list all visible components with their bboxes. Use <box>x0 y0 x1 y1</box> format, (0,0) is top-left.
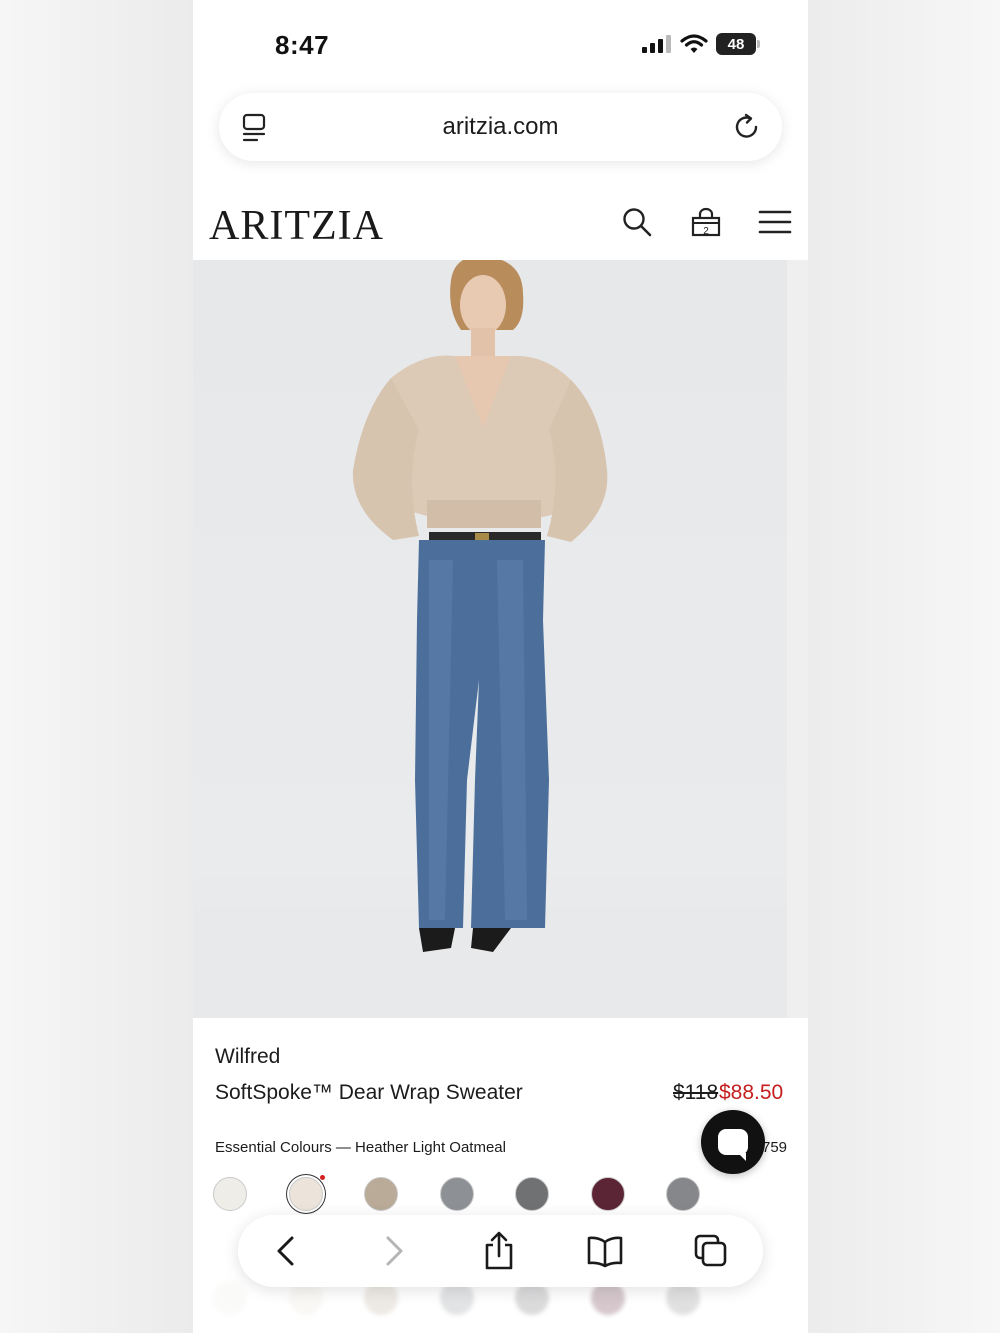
product-image[interactable] <box>193 260 787 1018</box>
new-colour-dot <box>319 1175 325 1180</box>
colour-label: Essential Colours — Heather Light Oatmea… <box>215 1139 506 1156</box>
shopping-bag-icon[interactable]: 2 <box>690 206 722 243</box>
background-right <box>808 0 1000 1333</box>
model-illustration <box>352 260 608 952</box>
browser-toolbar <box>238 1215 763 1287</box>
site-header: ARITZIA 2 <box>193 188 808 260</box>
reload-icon[interactable] <box>732 112 762 147</box>
page-menu-icon[interactable] <box>241 113 267 148</box>
battery-indicator: 48 <box>716 33 760 55</box>
colour-swatch-white[interactable] <box>213 1177 247 1211</box>
phone-screen: 8:47 48 aritzia.com ARITZIA 2 Wilfred So… <box>193 0 808 1333</box>
bag-count: 2 <box>703 226 709 237</box>
colour-swatch-burgundy[interactable] <box>590 1177 625 1211</box>
battery-level: 48 <box>727 35 745 53</box>
back-icon[interactable] <box>266 1231 306 1271</box>
status-icons: 48 <box>642 33 760 55</box>
cellular-signal-icon <box>642 35 671 53</box>
product-brand[interactable]: Wilfred <box>215 1045 280 1069</box>
colour-swatch-dark-grey[interactable] <box>666 1177 700 1211</box>
bookmarks-icon[interactable] <box>585 1231 625 1271</box>
status-bar: 8:47 48 <box>193 0 808 90</box>
colour-swatch-taupe[interactable] <box>364 1177 398 1211</box>
product-name: SoftSpoke™ Dear Wrap Sweater <box>215 1081 523 1104</box>
style-number: 759 <box>762 1139 788 1156</box>
chat-button[interactable] <box>701 1110 765 1174</box>
hamburger-menu-icon[interactable] <box>758 206 792 243</box>
chat-icon <box>718 1129 748 1161</box>
aritzia-logo[interactable]: ARITZIA <box>209 202 384 250</box>
status-time: 8:47 <box>275 30 330 60</box>
wifi-icon <box>680 34 708 53</box>
colour-swatch-heather-light-oatmeal[interactable] <box>288 1175 325 1211</box>
colour-swatch-charcoal[interactable] <box>515 1177 549 1211</box>
share-icon[interactable] <box>479 1231 519 1271</box>
colour-swatch-grey[interactable] <box>439 1177 474 1211</box>
original-price: $118 <box>673 1081 719 1104</box>
url-text[interactable]: aritzia.com <box>442 113 558 141</box>
forward-icon[interactable] <box>374 1231 414 1271</box>
sale-price: $88.50 <box>719 1081 784 1104</box>
faded-swatch <box>213 1281 247 1315</box>
search-icon[interactable] <box>621 206 653 243</box>
background-left <box>0 0 193 1333</box>
next-image-peek[interactable] <box>787 260 808 1018</box>
tabs-icon[interactable] <box>691 1231 731 1271</box>
address-bar[interactable]: aritzia.com <box>219 93 782 161</box>
